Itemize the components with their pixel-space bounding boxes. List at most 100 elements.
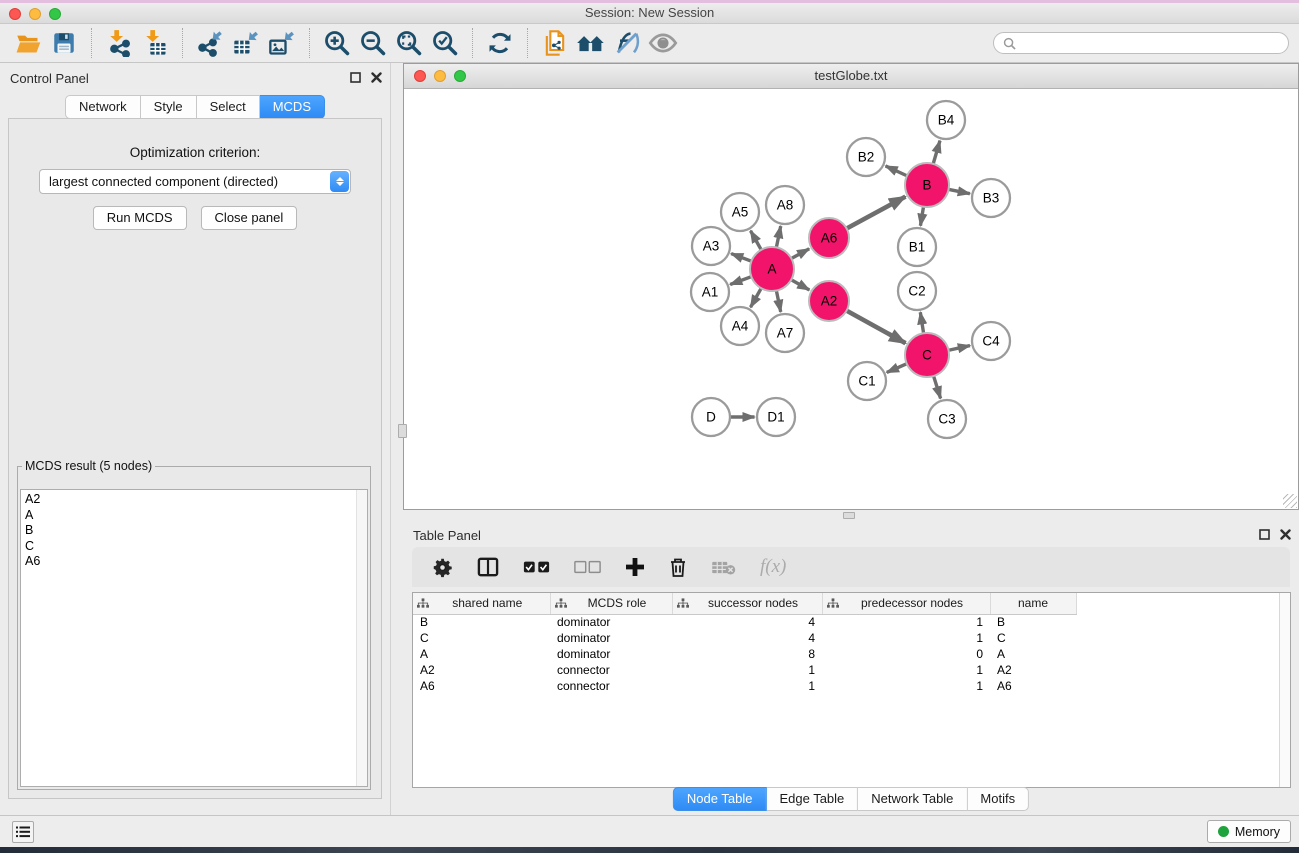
- edge-A-A5[interactable]: [751, 231, 762, 251]
- tab-mcds[interactable]: MCDS: [260, 95, 325, 119]
- export-image-icon[interactable]: [264, 26, 300, 60]
- delete-table-icon[interactable]: [711, 560, 736, 575]
- duplicate-network-icon[interactable]: [537, 26, 573, 60]
- table-cell[interactable]: 1: [822, 678, 990, 694]
- table-cell[interactable]: A: [990, 646, 1076, 662]
- table-cell[interactable]: 1: [822, 630, 990, 646]
- table-cell[interactable]: dominator: [550, 614, 672, 630]
- horizontal-splitter-handle[interactable]: [843, 512, 855, 519]
- edge-C-C1[interactable]: [887, 363, 908, 372]
- search-field[interactable]: [1022, 36, 1279, 50]
- close-panel-icon[interactable]: [1280, 529, 1291, 540]
- edge-A6-B[interactable]: [846, 197, 906, 229]
- minimize-network-icon[interactable]: [434, 70, 446, 82]
- network-overview-icon[interactable]: [573, 26, 609, 60]
- maximize-network-icon[interactable]: [454, 70, 466, 82]
- result-item[interactable]: A6: [25, 554, 367, 570]
- table-cell[interactable]: B: [413, 614, 550, 630]
- edge-B-B1[interactable]: [920, 206, 923, 226]
- hide-flags-icon[interactable]: [609, 26, 645, 60]
- table-cell[interactable]: 4: [672, 630, 822, 646]
- result-scrollbar[interactable]: [356, 490, 367, 786]
- edge-B-B4[interactable]: [933, 141, 940, 165]
- zoom-selected-icon[interactable]: [427, 26, 463, 60]
- table-row[interactable]: A6connector11A6: [413, 678, 1076, 694]
- open-session-icon[interactable]: [10, 26, 46, 60]
- vertical-splitter-handle[interactable]: [398, 424, 407, 438]
- zoom-fit-icon[interactable]: [391, 26, 427, 60]
- float-panel-icon[interactable]: [350, 72, 361, 83]
- close-network-icon[interactable]: [414, 70, 426, 82]
- table-cell[interactable]: C: [990, 630, 1076, 646]
- edge-A-A3[interactable]: [731, 254, 752, 262]
- table-cell[interactable]: 1: [672, 678, 822, 694]
- table-cell[interactable]: A6: [413, 678, 550, 694]
- maximize-window-icon[interactable]: [49, 8, 61, 20]
- column-header-successor-nodes[interactable]: successor nodes: [672, 593, 822, 614]
- tab-edge-table[interactable]: Edge Table: [766, 787, 858, 811]
- table-cell[interactable]: 1: [672, 662, 822, 678]
- table-cell[interactable]: dominator: [550, 630, 672, 646]
- edge-A-A4[interactable]: [751, 287, 762, 307]
- table-cell[interactable]: A: [413, 646, 550, 662]
- result-item[interactable]: C: [25, 539, 367, 555]
- table-cell[interactable]: connector: [550, 678, 672, 694]
- result-item[interactable]: B: [25, 523, 367, 539]
- toggle-column-view-icon[interactable]: [477, 557, 499, 577]
- table-cell[interactable]: 1: [822, 614, 990, 630]
- edge-A-A6[interactable]: [790, 249, 809, 259]
- column-header-MCDS-role[interactable]: MCDS role: [550, 593, 672, 614]
- result-item[interactable]: A2: [25, 492, 367, 508]
- column-header-predecessor-nodes[interactable]: predecessor nodes: [822, 593, 990, 614]
- edge-A-A1[interactable]: [730, 276, 752, 284]
- table-row[interactable]: A2connector11A2: [413, 662, 1076, 678]
- export-table-icon[interactable]: [228, 26, 264, 60]
- import-table-icon[interactable]: [137, 26, 173, 60]
- tab-network[interactable]: Network: [65, 95, 141, 119]
- task-history-icon[interactable]: [12, 821, 34, 843]
- table-cell[interactable]: dominator: [550, 646, 672, 662]
- table-row[interactable]: Cdominator41C: [413, 630, 1076, 646]
- zoom-in-icon[interactable]: [319, 26, 355, 60]
- table-cell[interactable]: 8: [672, 646, 822, 662]
- edge-A-A8[interactable]: [776, 226, 781, 248]
- float-panel-icon[interactable]: [1259, 529, 1270, 540]
- table-cell[interactable]: 1: [822, 662, 990, 678]
- table-row[interactable]: Adominator80A: [413, 646, 1076, 662]
- table-cell[interactable]: C: [413, 630, 550, 646]
- table-cell[interactable]: A6: [990, 678, 1076, 694]
- table-cell[interactable]: B: [990, 614, 1076, 630]
- edge-C-C2[interactable]: [920, 312, 923, 334]
- minimize-window-icon[interactable]: [29, 8, 41, 20]
- result-item[interactable]: A: [25, 508, 367, 524]
- search-input[interactable]: [993, 32, 1289, 54]
- tab-network-table[interactable]: Network Table: [858, 787, 967, 811]
- tab-motifs[interactable]: Motifs: [967, 787, 1029, 811]
- edge-B-B2[interactable]: [886, 166, 908, 176]
- close-panel-icon[interactable]: [371, 72, 382, 83]
- delete-column-icon[interactable]: [669, 557, 687, 578]
- edge-B-B3[interactable]: [948, 189, 970, 194]
- network-graph[interactable]: B4B2BB3A8A5A6A3B1AC2A1A2A4A7C4CC1DD1C3: [404, 89, 1298, 509]
- deselect-all-icon[interactable]: [574, 560, 601, 574]
- apply-layout-icon[interactable]: [482, 26, 518, 60]
- tab-node-table[interactable]: Node Table: [673, 787, 767, 811]
- table-scrollbar[interactable]: [1279, 593, 1290, 787]
- tab-style[interactable]: Style: [141, 95, 197, 119]
- column-header-name[interactable]: name: [990, 593, 1076, 614]
- network-canvas[interactable]: B4B2BB3A8A5A6A3B1AC2A1A2A4A7C4CC1DD1C3: [404, 89, 1298, 509]
- select-all-icon[interactable]: [523, 560, 550, 574]
- show-graphics-details-icon[interactable]: [645, 26, 681, 60]
- save-session-icon[interactable]: [46, 26, 82, 60]
- column-header-shared-name[interactable]: shared name: [413, 593, 550, 614]
- tab-select[interactable]: Select: [197, 95, 260, 119]
- table-cell[interactable]: A2: [413, 662, 550, 678]
- add-column-icon[interactable]: [625, 557, 645, 577]
- zoom-out-icon[interactable]: [355, 26, 391, 60]
- table-cell[interactable]: 4: [672, 614, 822, 630]
- export-network-icon[interactable]: [192, 26, 228, 60]
- network-window-titlebar[interactable]: testGlobe.txt: [404, 64, 1298, 89]
- window-resize-grip-icon[interactable]: [1283, 494, 1297, 508]
- mcds-result-list[interactable]: A2ABCA6: [20, 489, 368, 787]
- memory-button[interactable]: Memory: [1207, 820, 1291, 843]
